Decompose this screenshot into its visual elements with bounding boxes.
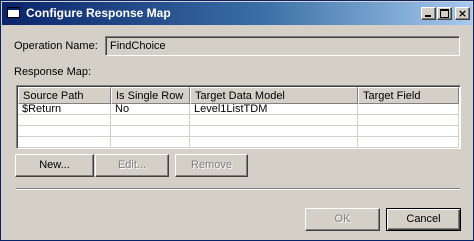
empty-cell (358, 137, 459, 148)
empty-cell (190, 115, 358, 126)
maximize-button[interactable] (437, 7, 452, 20)
empty-cell (18, 126, 111, 137)
remove-button[interactable]: Remove (175, 154, 248, 177)
window-title: Configure Response Map (26, 6, 171, 20)
configure-response-map-dialog: Configure Response Map × Operation Name:… (0, 0, 474, 241)
cell-is-single-row[interactable]: No (111, 104, 190, 115)
empty-cell (358, 126, 459, 137)
title-bar[interactable]: Configure Response Map × (2, 2, 472, 25)
column-header-target-field[interactable]: Target Field (358, 87, 459, 104)
empty-cell (190, 126, 358, 137)
minimize-icon (425, 15, 431, 17)
close-button[interactable]: × (455, 7, 470, 20)
minimize-button[interactable] (421, 7, 436, 20)
new-button[interactable]: New... (15, 154, 94, 177)
empty-cell (18, 115, 111, 126)
empty-table-row (18, 126, 459, 137)
cell-target-data-model[interactable]: Level1ListTDM (190, 104, 358, 115)
operation-name-field[interactable]: FindChoice (105, 36, 460, 56)
response-map-label: Response Map: (14, 66, 92, 78)
table-row[interactable]: $Return No Level1ListTDM (18, 104, 459, 115)
column-header-target-data-model[interactable]: Target Data Model (190, 87, 358, 104)
window-icon (7, 7, 20, 18)
close-icon: × (457, 7, 468, 20)
operation-name-label: Operation Name: (14, 40, 98, 52)
empty-cell (18, 137, 111, 148)
edit-button[interactable]: Edit... (95, 154, 169, 177)
column-header-source-path[interactable]: Source Path (18, 87, 111, 104)
empty-cell (111, 126, 190, 137)
table-header: Source Path Is Single Row Target Data Mo… (18, 87, 459, 104)
response-map-table[interactable]: Source Path Is Single Row Target Data Mo… (16, 85, 461, 149)
cancel-button[interactable]: Cancel (386, 208, 461, 231)
cell-source-path[interactable]: $Return (18, 104, 111, 115)
empty-cell (358, 115, 459, 126)
separator (16, 188, 460, 190)
empty-cell (111, 137, 190, 148)
empty-table-row (18, 137, 459, 148)
maximize-icon (440, 9, 449, 18)
cell-target-field[interactable] (358, 104, 459, 115)
ok-button[interactable]: OK (305, 208, 380, 231)
empty-cell (111, 115, 190, 126)
empty-cell (190, 137, 358, 148)
empty-table-row (18, 115, 459, 126)
column-header-is-single-row[interactable]: Is Single Row (111, 87, 190, 104)
